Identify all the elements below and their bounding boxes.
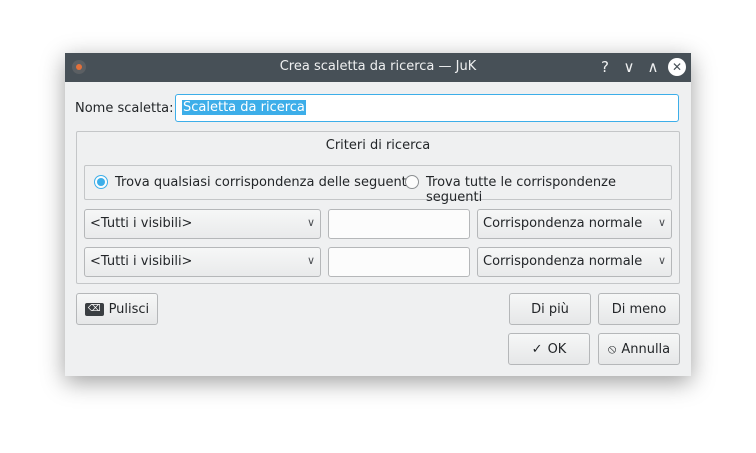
column-select-row-1[interactable]: <Tutti i visibili> ∨	[84, 209, 321, 239]
match-mode-box: Trova qualsiasi corrispondenza delle seg…	[84, 165, 672, 205]
chevron-down-icon: ∨	[306, 216, 315, 229]
close-icon[interactable]: ✕	[668, 58, 686, 76]
column-select-row-2-value: <Tutti i visibili>	[90, 254, 193, 269]
help-icon[interactable]: ?	[595, 57, 615, 77]
radio-match-all[interactable]	[405, 175, 419, 189]
check-icon: ✓	[531, 341, 543, 357]
playlist-name-input[interactable]: Scaletta da ricerca	[175, 94, 679, 122]
column-select-row-1-value: <Tutti i visibili>	[90, 216, 193, 231]
clear-button[interactable]: ⌫ Pulisci	[76, 293, 158, 325]
match-select-row-2[interactable]: Corrispondenza normale ∨	[477, 247, 672, 277]
more-button-label: Di più	[531, 301, 569, 317]
match-select-row-1[interactable]: Corrispondenza normale ∨	[477, 209, 672, 239]
radio-match-all-label[interactable]: Trova tutte le corrispondenze seguenti	[426, 175, 671, 205]
radio-match-any[interactable]	[94, 175, 108, 189]
cancel-icon: ⦸	[607, 341, 617, 357]
ok-button-label: OK	[547, 341, 567, 357]
minimize-icon[interactable]: ∨	[619, 57, 639, 77]
cancel-button-label: Annulla	[621, 341, 671, 357]
chevron-down-icon: ∨	[657, 254, 666, 267]
less-button[interactable]: Di meno	[598, 293, 680, 325]
clear-button-label: Pulisci	[108, 301, 150, 317]
less-button-label: Di meno	[611, 301, 667, 317]
chevron-down-icon: ∨	[306, 254, 315, 267]
more-button[interactable]: Di più	[509, 293, 591, 325]
match-select-row-1-value: Corrispondenza normale	[483, 216, 643, 231]
search-text-row-2[interactable]	[328, 247, 470, 277]
radio-match-any-label[interactable]: Trova qualsiasi corrispondenza delle seg…	[115, 175, 410, 190]
title-bar[interactable]: Crea scaletta da ricerca — JuK ? ∨ ∧ ✕	[65, 53, 691, 82]
ok-button[interactable]: ✓ OK	[508, 333, 590, 365]
search-text-row-1[interactable]	[328, 209, 470, 239]
playlist-name-label: Nome scaletta:	[75, 101, 174, 116]
clear-icon: ⌫	[84, 302, 104, 316]
match-select-row-2-value: Corrispondenza normale	[483, 254, 643, 269]
column-select-row-2[interactable]: <Tutti i visibili> ∨	[84, 247, 321, 277]
chevron-down-icon: ∨	[657, 216, 666, 229]
playlist-name-value: Scaletta da ricerca	[182, 100, 306, 115]
group-title: Criteri di ricerca	[325, 138, 431, 153]
dialog-window: Crea scaletta da ricerca — JuK ? ∨ ∧ ✕ N…	[65, 53, 691, 376]
cancel-button[interactable]: ⦸ Annulla	[598, 333, 680, 365]
maximize-icon[interactable]: ∧	[643, 57, 663, 77]
